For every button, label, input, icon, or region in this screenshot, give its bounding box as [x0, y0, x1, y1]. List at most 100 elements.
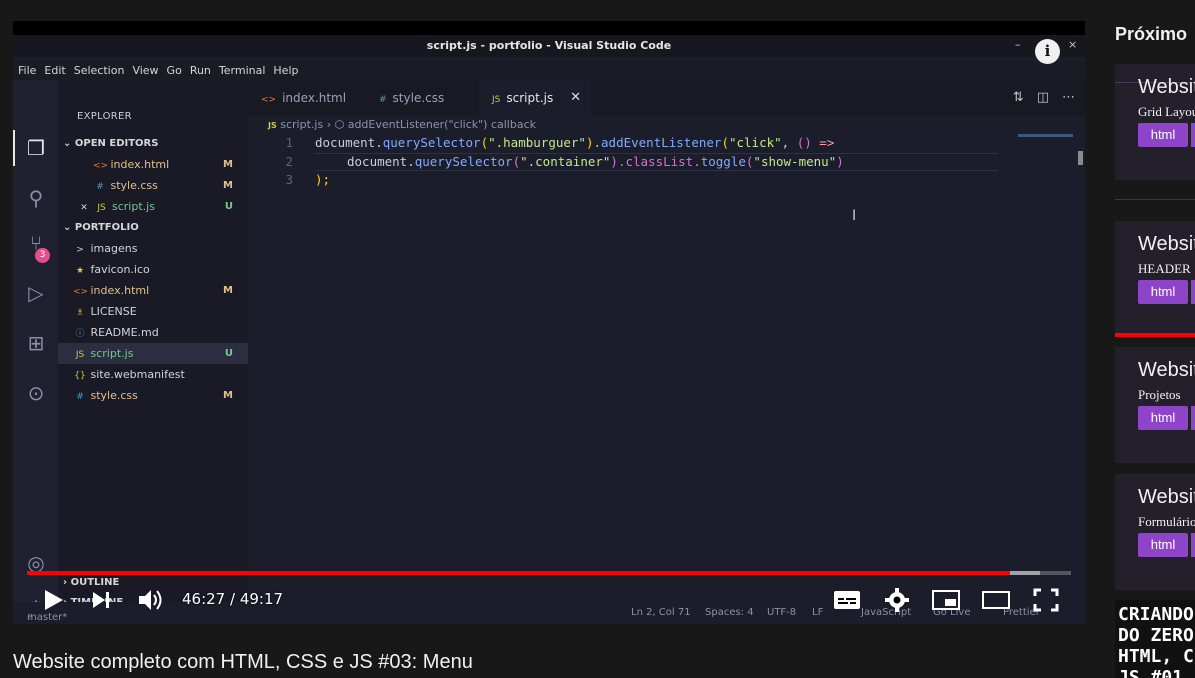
- vscode-menubar: File Edit Selection View Go Run Terminal Help: [13, 61, 1085, 81]
- play-icon[interactable]: [43, 588, 65, 612]
- close-editor-icon: ✕: [80, 203, 88, 213]
- text-cursor-icon: I: [852, 208, 857, 224]
- thumb-tag-2: [1191, 533, 1195, 557]
- subtitles-icon[interactable]: [833, 590, 861, 610]
- source-control-badge: 3: [35, 248, 50, 263]
- menu-edit: Edit: [44, 64, 66, 77]
- compare-changes-icon: ⇅: [1012, 90, 1024, 105]
- thumb-title: Website: [1138, 76, 1195, 98]
- up-next-thumbnail-5[interactable]: CRIANDO DO ZERO HTML, C JS #01: [1115, 600, 1195, 678]
- progress-bar[interactable]: [27, 571, 1071, 575]
- thumb-tag-2: [1191, 123, 1195, 147]
- thumb-tag: html: [1138, 533, 1188, 557]
- thumb-tag: html: [1138, 280, 1188, 304]
- video-player[interactable]: script.js - portfolio - Visual Studio Co…: [13, 21, 1085, 624]
- html-file-icon: <>: [73, 287, 89, 297]
- chevron-right-icon: ›: [326, 118, 335, 131]
- file-name: script.js: [90, 347, 134, 360]
- info-icon: ⓘ: [75, 329, 85, 339]
- watched-progress: [1115, 333, 1195, 337]
- git-status: M: [223, 285, 233, 296]
- git-graph-icon: ⊙: [27, 381, 45, 405]
- git-status: U: [224, 348, 233, 359]
- explorer-title: EXPLORER: [77, 111, 132, 122]
- css-file-icon: #: [379, 95, 387, 105]
- vscode-titlebar: script.js - portfolio - Visual Studio Co…: [13, 35, 1085, 57]
- file-name: favicon.ico: [90, 263, 150, 276]
- files-icon: ❐: [27, 136, 45, 160]
- file-name: index.html: [90, 284, 150, 297]
- file-name: site.webmanifest: [90, 368, 185, 381]
- git-status: M: [223, 159, 233, 170]
- js-file-icon: JS: [97, 203, 106, 213]
- theater-mode-icon[interactable]: [981, 590, 1011, 610]
- close-icon: ×: [1068, 38, 1078, 51]
- miniplayer-icon[interactable]: [931, 589, 961, 611]
- file-name: style.css: [110, 179, 158, 192]
- file-name: style.css: [90, 389, 138, 402]
- up-next-thumbnail-2[interactable]: Website HEADER html: [1115, 221, 1195, 337]
- thumb-title: Website: [1138, 233, 1195, 255]
- menu-selection: Selection: [73, 64, 125, 77]
- up-next-thumbnail-4[interactable]: Website Formulário html: [1115, 474, 1195, 590]
- thumb-tag: html: [1138, 406, 1188, 430]
- tab-index-html: <> index.html: [248, 80, 363, 116]
- vscode-window-title: script.js - portfolio - Visual Studio Co…: [426, 39, 672, 52]
- volume-icon[interactable]: [137, 588, 165, 612]
- file-license: ♗ LICENSE: [58, 301, 248, 322]
- fullscreen-icon[interactable]: [1033, 588, 1059, 612]
- code-line-2: document.querySelector(".container").cla…: [347, 154, 844, 169]
- settings-icon[interactable]: [885, 588, 909, 612]
- thumb-subtitle: Grid Layout: [1138, 104, 1195, 119]
- file-webmanifest: {} site.webmanifest: [58, 364, 248, 385]
- code-editor: 1 2 3 document.querySelector(".hamburgue…: [248, 134, 1085, 589]
- next-icon[interactable]: [91, 590, 113, 610]
- menu-terminal: Terminal: [218, 64, 266, 77]
- run-debug-icon: ▷: [28, 281, 44, 305]
- project-header: ⌄ PORTFOLIO: [63, 222, 139, 233]
- progress-played: [27, 571, 1011, 575]
- search-icon: ⚲: [28, 186, 44, 210]
- file-style-css: # style.css M: [58, 385, 248, 406]
- thumb-subtitle: Projetos: [1138, 387, 1181, 402]
- file-name: imagens: [90, 242, 138, 255]
- video-title: Website completo com HTML, CSS e JS #03:…: [13, 651, 473, 673]
- chevron-right-icon: ›: [63, 577, 71, 588]
- open-editor-script-js: ✕ JS script.js U: [58, 196, 248, 217]
- editor-actions: ⇅ ◫ ⋯: [1000, 80, 1075, 116]
- js-file-icon: JS: [268, 121, 277, 130]
- cursor-position: Ln 2, Col 71: [631, 607, 691, 618]
- thumb-title: Website: [1138, 486, 1195, 508]
- cube-icon: ⬡: [334, 118, 345, 131]
- breadcrumb-symbol: addEventListener("click") callback: [347, 118, 536, 131]
- indentation: Spaces: 4: [705, 607, 754, 618]
- menu-go: Go: [166, 64, 182, 77]
- thumb-tag-2: [1191, 406, 1195, 430]
- up-next-divider: [1115, 199, 1195, 200]
- breadcrumb: JS script.js › ⬡ addEventListener("click…: [268, 116, 536, 134]
- split-editor-icon: ◫: [1036, 90, 1049, 105]
- js-file-icon: JS: [75, 350, 85, 360]
- tab-label: script.js: [506, 91, 554, 105]
- file-readme: ⓘ README.md: [58, 322, 248, 343]
- minimize-icon: –: [1015, 38, 1021, 51]
- up-next-thumbnail-3[interactable]: Website Projetos html: [1115, 347, 1195, 463]
- thumb-subtitle: Formulário: [1138, 514, 1195, 529]
- current-time: 46:27: [182, 590, 226, 608]
- vscode-activity-bar: ❐ ⚲ ⑂ 3 ▷ ⊞ ⊙ ◎ ⚙: [13, 80, 58, 624]
- thumb-title: Website: [1138, 359, 1195, 381]
- vscode-window: script.js - portfolio - Visual Studio Co…: [13, 35, 1085, 624]
- close-tab-icon: ✕: [570, 90, 581, 105]
- open-editors-header: ⌄ OPEN EDITORS: [63, 138, 159, 149]
- activity-active-indicator: [13, 130, 15, 166]
- info-button[interactable]: i: [1035, 39, 1060, 64]
- html-file-icon: <>: [93, 161, 109, 171]
- duration: 49:17: [239, 590, 284, 608]
- thumb-subtitle: HEADER: [1138, 261, 1191, 276]
- up-next-thumbnail-1[interactable]: Website Grid Layout html: [1115, 64, 1195, 180]
- line-number: 2: [285, 154, 293, 169]
- thumb-tag: html: [1138, 123, 1188, 147]
- file-name: index.html: [110, 158, 170, 171]
- time-separator: /: [225, 590, 240, 608]
- menu-run: Run: [189, 64, 211, 77]
